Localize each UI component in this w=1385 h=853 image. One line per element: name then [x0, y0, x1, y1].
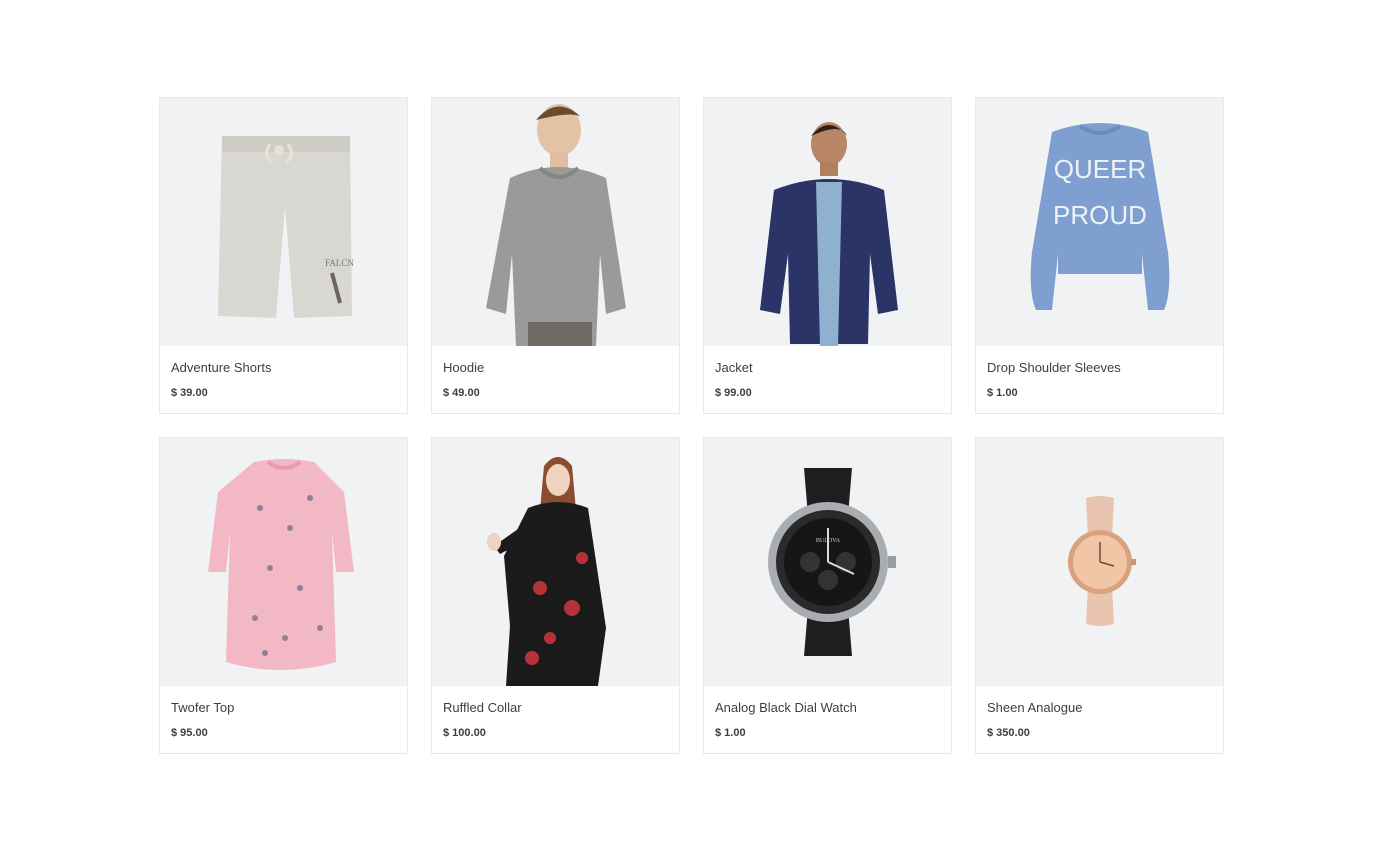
product-price: $ 100.00 [443, 727, 486, 739]
rose-gold-watch-image [1068, 496, 1136, 626]
product-price: $ 49.00 [443, 387, 480, 399]
product-image[interactable]: QUEER PROUD [976, 98, 1223, 346]
product-name[interactable]: Twofer Top [171, 700, 396, 716]
product-price: $ 1.00 [987, 387, 1018, 399]
product-image[interactable] [704, 98, 951, 346]
hoodie-model-image [486, 104, 626, 346]
pink-dress-image [208, 459, 354, 670]
product-image[interactable] [976, 438, 1223, 686]
product-price: $ 1.00 [715, 727, 746, 739]
sweatshirt-text-line-1: QUEER [1054, 154, 1146, 184]
jacket-model-image [760, 122, 898, 346]
product-name[interactable]: Sheen Analogue [987, 700, 1212, 716]
product-card[interactable]: Hoodie $ 49.00 [431, 97, 680, 414]
black-watch-image: BULOVA [768, 468, 896, 656]
product-price: $ 39.00 [171, 387, 208, 399]
svg-text:FALCN: FALCN [325, 258, 354, 268]
product-card[interactable]: Ruffled Collar $ 100.00 [431, 437, 680, 754]
product-card[interactable]: FALCN Adventure Shorts $ 39.00 [159, 97, 408, 414]
product-image[interactable] [160, 438, 407, 686]
product-card[interactable]: Twofer Top $ 95.00 [159, 437, 408, 754]
product-name[interactable]: Drop Shoulder Sleeves [987, 360, 1212, 376]
watch-brand-text: BULOVA [816, 538, 841, 544]
product-name[interactable]: Adventure Shorts [171, 360, 396, 376]
product-price: $ 95.00 [171, 727, 208, 739]
product-card[interactable]: Jacket $ 99.00 [703, 97, 952, 414]
product-name[interactable]: Ruffled Collar [443, 700, 668, 716]
floral-dress-model-image [487, 457, 606, 686]
blue-sweatshirt-image: QUEER PROUD [1030, 123, 1170, 310]
product-name[interactable]: Hoodie [443, 360, 668, 376]
product-price: $ 350.00 [987, 727, 1030, 739]
product-image[interactable] [432, 438, 679, 686]
product-card[interactable]: Sheen Analogue $ 350.00 [975, 437, 1224, 754]
sweatshirt-text-line-2: PROUD [1053, 200, 1147, 230]
product-grid: FALCN Adventure Shorts $ 39.00 Hoodie $ … [159, 97, 1224, 754]
product-image[interactable]: BULOVA [704, 438, 951, 686]
product-name[interactable]: Analog Black Dial Watch [715, 700, 940, 716]
product-price: $ 99.00 [715, 387, 752, 399]
product-card[interactable]: QUEER PROUD Drop Shoulder Sleeves $ 1.00 [975, 97, 1224, 414]
product-card[interactable]: BULOVA Analog Black Dial Watch $ 1.00 [703, 437, 952, 754]
product-image[interactable]: FALCN [160, 98, 407, 346]
grey-shorts-image: FALCN [218, 136, 354, 318]
product-name[interactable]: Jacket [715, 360, 940, 376]
product-image[interactable] [432, 98, 679, 346]
